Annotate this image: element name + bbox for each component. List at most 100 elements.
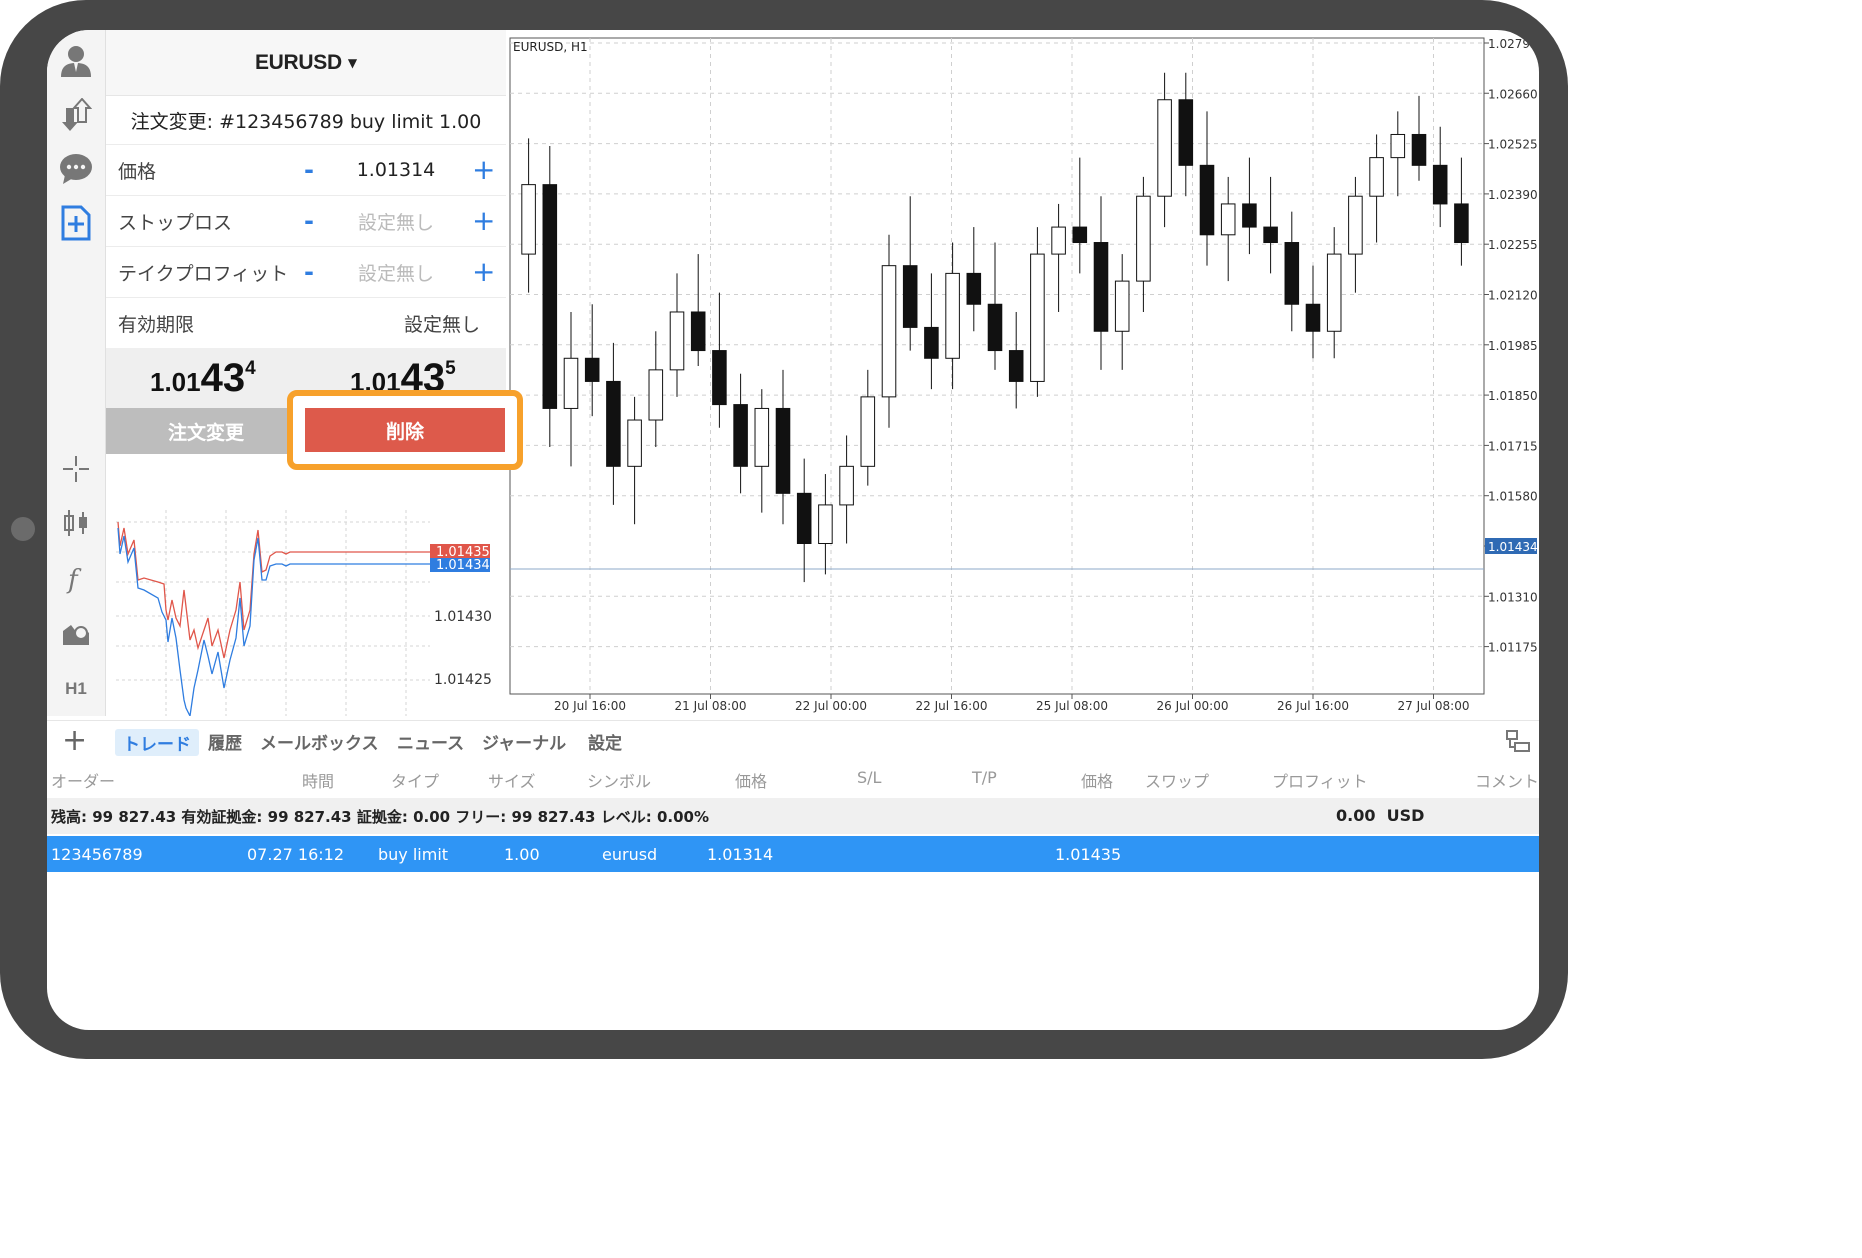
y-tick-label: 1.01985 [1488,339,1538,353]
chat-icon[interactable] [57,150,95,188]
take-profit-plus-button[interactable]: + [472,258,495,286]
left-toolbar: f H1 [47,30,106,716]
candle-body [712,350,727,406]
candle-body [1008,350,1024,382]
candle-body [669,311,685,371]
symbol-name: EURUSD [254,50,342,74]
y-tick-label: 1.01580 [1488,490,1538,504]
candle-body [860,396,876,467]
candle-body [987,303,1003,352]
candle-body [1432,164,1448,205]
col-tp: T/P [972,768,997,787]
take-profit-label: テイクプロフィット [118,262,289,285]
table-header: オーダー 時間 タイプ サイズ シンボル 価格 S/L T/P 価格 スワップ … [47,762,1539,796]
objects-icon[interactable] [57,614,95,652]
bid-quote: 1.01434 [150,356,256,401]
stop-loss-row: ストップロス - 設定無し + [106,196,506,247]
y-tick-label: 1.01715 [1488,439,1538,453]
col-current-price: 価格 [1081,772,1114,791]
tab-settings[interactable]: 設定 [588,729,622,754]
cell-current-price: 1.01435 [1055,845,1122,864]
balance-summary: 残高: 99 827.43 有効証拠金: 99 827.43 証拠金: 0.00… [51,808,709,826]
price-label: 価格 [118,160,157,183]
col-size: サイズ [488,772,536,791]
candle-body [1030,253,1045,382]
expiry-row[interactable]: 有効期限 設定無し [106,298,506,348]
candle-body [1369,157,1384,197]
bid-prefix: 1.01 [150,367,201,397]
bid-line [117,527,430,719]
candle-body [1454,203,1469,244]
balance-row: 残高: 99 827.43 有効証拠金: 99 827.43 証拠金: 0.00… [47,798,1539,834]
candle-body [1305,303,1321,332]
price-input[interactable]: 1.01314 [334,159,458,181]
candle-body [924,326,939,359]
ask-line [117,521,430,659]
candle-body [1284,242,1300,305]
candle-body [818,504,833,545]
new-order-icon[interactable] [57,204,95,242]
candle-body [1390,133,1406,159]
cell-ticket: 123456789 [51,845,143,864]
ask-pip: 5 [445,358,456,379]
candle-body [1242,203,1257,228]
cell-time: 07.27 16:12 [247,845,344,864]
price-plus-button[interactable]: + [472,156,495,184]
layout-toggle-icon[interactable] [1505,729,1531,757]
crosshair-icon[interactable] [57,450,95,488]
candle-body [1136,195,1151,282]
bid-big-digits: 43 [200,356,246,400]
tablet-frame: f H1 EURUSD ▼ 注文変更: #123456789 buy limit… [0,0,1568,1059]
modify-order-button[interactable]: 注文変更 [106,408,306,454]
take-profit-row: テイクプロフィット - 設定無し + [106,247,506,298]
candle-body [1114,280,1130,332]
add-icon[interactable]: + [62,723,87,758]
indicators-icon[interactable]: f [57,560,95,598]
stop-loss-label: ストップロス [118,211,233,234]
bid-label: 1.01434 [436,558,490,573]
order-title: 注文変更: #123456789 buy limit 1.00 [106,96,506,145]
candle-body [1348,195,1363,255]
col-time: 時間 [302,772,335,791]
col-sl: S/L [857,768,882,787]
candle-body [1326,253,1342,332]
take-profit-input[interactable]: 設定無し [334,259,458,286]
bid-pip: 4 [245,358,256,379]
col-price: 価格 [735,772,768,791]
tab-mailbox[interactable]: メールボックス [260,729,379,754]
chart-type-icon[interactable] [57,504,95,542]
x-tick-label: 22 Jul 16:00 [916,699,988,713]
candle-body [754,407,770,467]
y-tick-label: 1.02525 [1488,138,1538,152]
tab-history[interactable]: 履歴 [208,729,242,754]
table-row[interactable]: 123456789 07.27 16:12 buy limit 1.00 eur… [47,836,1539,872]
cell-size: 1.00 [504,845,540,864]
price-chart[interactable]: 1.02795 1.02660 1.02525 1.02390 1.02255 1.021… [508,36,1539,722]
timeframe-button[interactable]: H1 [57,670,95,708]
col-type: タイプ [391,772,440,791]
tick-chart: 1.01435 1.01434 1.01430 1.01425 [106,470,506,719]
y-tick-label: 1.01850 [1488,389,1538,403]
delete-order-button[interactable]: 削除 [305,408,505,452]
stop-loss-minus-button[interactable]: - [304,207,314,235]
tick-chart-svg: 1.014351.014341.014301.01425 [116,510,492,719]
tab-journal[interactable]: ジャーナル [482,729,566,754]
candle-body [648,369,664,421]
stop-loss-input[interactable]: 設定無し [334,208,458,235]
app-screen: f H1 EURUSD ▼ 注文変更: #123456789 buy limit… [47,30,1539,1030]
symbol-selector[interactable]: EURUSD ▼ [106,30,506,96]
candle-body [902,265,918,328]
candle-body [945,272,960,359]
balance-profit: 0.00 USD [1336,806,1424,825]
col-order: オーダー [51,772,116,791]
account-icon[interactable] [57,42,95,80]
price-minus-button[interactable]: - [304,156,314,184]
tab-news[interactable]: ニュース [397,729,464,754]
expiry-value[interactable]: 設定無し [404,310,480,337]
tab-trade[interactable]: トレード [115,729,199,756]
y-tick-label: 1.02660 [1488,87,1538,101]
take-profit-minus-button[interactable]: - [304,258,314,286]
stop-loss-plus-button[interactable]: + [472,207,495,235]
chart-title: EURUSD, H1 [513,40,588,54]
trade-arrows-icon[interactable] [57,96,95,134]
